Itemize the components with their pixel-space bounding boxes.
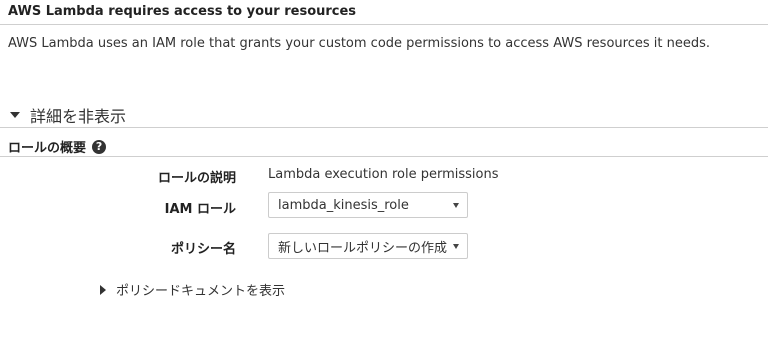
hide-details-toggle[interactable]: 詳細を非表示 bbox=[8, 104, 126, 126]
section-title: AWS Lambda requires access to your resou… bbox=[8, 4, 357, 19]
hide-details-label: 詳細を非表示 bbox=[30, 107, 127, 126]
policy-name-selected-value: 新しいロールポリシーの作成 bbox=[278, 240, 448, 256]
role-description-label: ロールの説明 bbox=[157, 171, 236, 186]
section-description: AWS Lambda uses an IAM role that grants … bbox=[8, 36, 710, 51]
iam-role-select[interactable]: lambda_kinesis_role bbox=[268, 192, 468, 218]
dropdown-arrow-icon bbox=[453, 202, 459, 208]
divider bbox=[0, 156, 768, 157]
lambda-role-page: AWS Lambda requires access to your resou… bbox=[0, 0, 768, 352]
iam-role-selected-value: lambda_kinesis_role bbox=[278, 197, 409, 213]
role-summary-title: ロールの概要 bbox=[8, 141, 87, 156]
dropdown-arrow-icon bbox=[453, 243, 459, 249]
show-policy-document-label: ポリシードキュメントを表示 bbox=[116, 284, 286, 299]
caret-right-icon bbox=[100, 284, 106, 295]
divider bbox=[0, 127, 768, 128]
show-policy-document-toggle[interactable]: ポリシードキュメントを表示 bbox=[100, 280, 285, 299]
divider bbox=[0, 24, 768, 25]
role-description-value: Lambda execution role permissions bbox=[268, 167, 499, 182]
iam-role-label: IAM ロール bbox=[164, 202, 236, 217]
caret-down-icon bbox=[10, 112, 20, 118]
role-summary-heading: ロールの概要 ? bbox=[8, 137, 107, 156]
policy-name-label: ポリシー名 bbox=[170, 242, 236, 257]
question-circle-icon[interactable]: ? bbox=[92, 139, 107, 154]
policy-name-select[interactable]: 新しいロールポリシーの作成 bbox=[268, 233, 468, 259]
